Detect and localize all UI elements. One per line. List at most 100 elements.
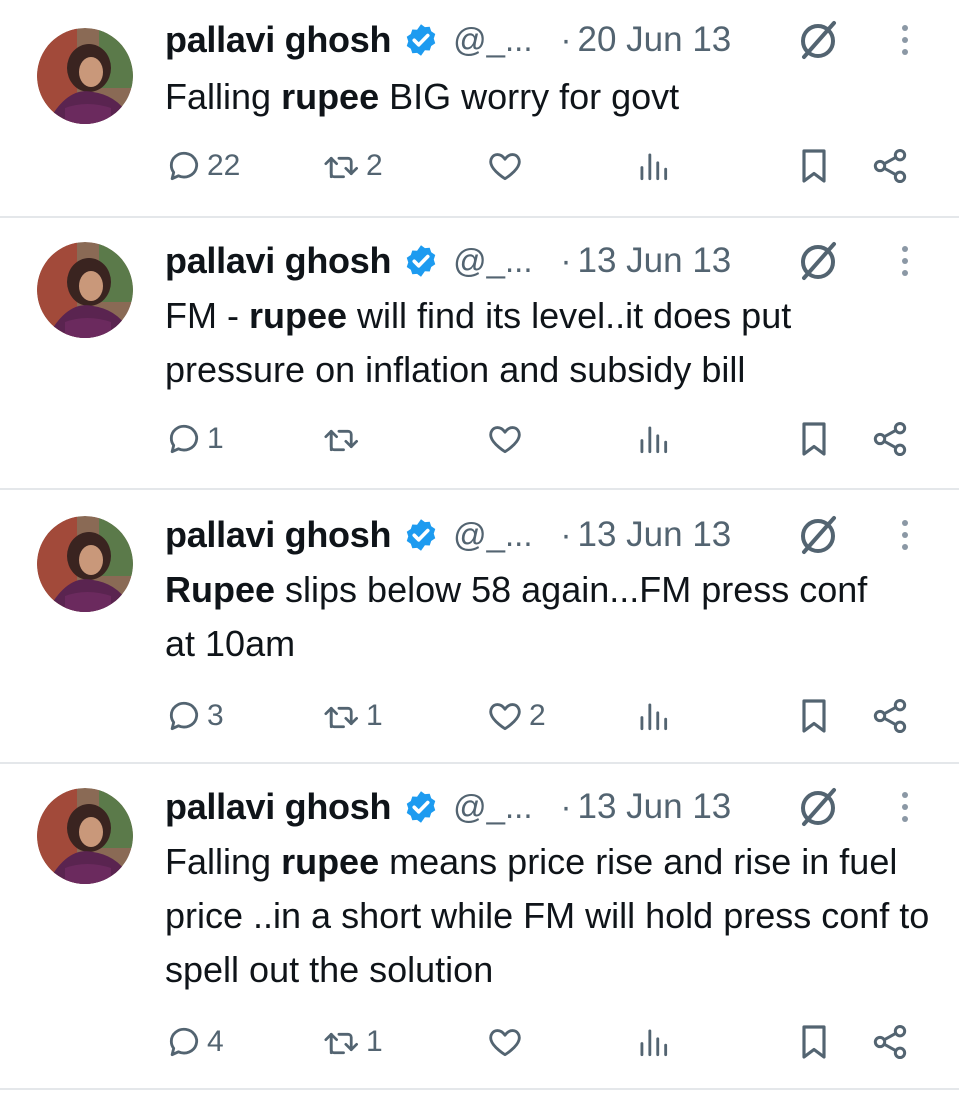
tweet[interactable]: pallavi ghosh @_... · 13 Jun 13 Rupee sl… bbox=[0, 490, 959, 762]
like-button[interactable] bbox=[485, 414, 529, 464]
like-icon bbox=[489, 426, 521, 454]
author-name[interactable]: pallavi ghosh bbox=[165, 240, 391, 282]
action-bar: 1 bbox=[0, 414, 959, 464]
author-name[interactable]: pallavi ghosh bbox=[165, 514, 391, 556]
more-icon[interactable] bbox=[890, 238, 920, 284]
keyword-highlight: Rupee bbox=[165, 569, 276, 610]
author-handle[interactable]: @_... bbox=[453, 788, 532, 826]
share-button[interactable] bbox=[870, 414, 910, 464]
views-button[interactable] bbox=[636, 141, 670, 191]
like-button[interactable]: 2 bbox=[485, 691, 546, 741]
share-icon bbox=[873, 149, 907, 183]
separator-dot: · bbox=[560, 21, 572, 58]
reply-icon bbox=[169, 1027, 199, 1057]
share-icon bbox=[873, 699, 907, 733]
tweet-text: Rupee slips below 58 again...FM press co… bbox=[165, 569, 868, 664]
like-count: 2 bbox=[529, 699, 546, 732]
avatar[interactable] bbox=[37, 242, 133, 338]
avatar[interactable] bbox=[37, 788, 133, 884]
divider bbox=[0, 1088, 959, 1090]
bookmark-button[interactable] bbox=[796, 691, 832, 741]
tweet-header: pallavi ghosh @_... · 13 Jun 13 bbox=[165, 782, 731, 832]
tweet[interactable]: pallavi ghosh @_... · 13 Jun 13 Falling … bbox=[0, 764, 959, 1088]
share-button[interactable] bbox=[870, 691, 910, 741]
keyword-highlight: rupee bbox=[281, 841, 380, 882]
reply-button[interactable]: 1 bbox=[165, 414, 224, 464]
retweet-icon bbox=[324, 156, 358, 179]
tweet-date[interactable]: 20 Jun 13 bbox=[578, 20, 732, 60]
retweet-count: 1 bbox=[366, 1025, 383, 1058]
tweet[interactable]: pallavi ghosh @_... · 20 Jun 13 Falling … bbox=[0, 0, 959, 216]
share-button[interactable] bbox=[870, 141, 910, 191]
verified-badge-icon bbox=[406, 519, 436, 551]
views-icon bbox=[640, 1029, 668, 1057]
grok-icon[interactable] bbox=[795, 17, 841, 63]
tweet[interactable]: pallavi ghosh @_... · 13 Jun 13 FM - rup… bbox=[0, 218, 959, 488]
more-icon[interactable] bbox=[890, 17, 920, 63]
like-button[interactable] bbox=[485, 1017, 529, 1067]
retweet-icon bbox=[324, 429, 358, 452]
author-handle[interactable]: @_... bbox=[453, 516, 532, 554]
author-handle[interactable]: @_... bbox=[453, 21, 532, 59]
author-name[interactable]: pallavi ghosh bbox=[165, 786, 391, 828]
reply-icon bbox=[169, 151, 199, 181]
reply-button[interactable]: 3 bbox=[165, 691, 224, 741]
bookmark-icon bbox=[802, 699, 826, 733]
views-icon bbox=[640, 153, 668, 181]
grok-icon[interactable] bbox=[795, 238, 841, 284]
tweet-header: pallavi ghosh @_... · 13 Jun 13 bbox=[165, 236, 731, 286]
separator-dot: · bbox=[560, 242, 572, 279]
views-button[interactable] bbox=[636, 1017, 670, 1067]
avatar-photo-icon bbox=[37, 242, 133, 338]
reply-icon bbox=[169, 701, 199, 731]
reply-icon bbox=[169, 424, 199, 454]
share-icon bbox=[873, 422, 907, 456]
more-icon[interactable] bbox=[890, 784, 920, 830]
bookmark-icon bbox=[802, 149, 826, 183]
retweet-icon bbox=[324, 706, 358, 729]
verified-badge-icon bbox=[406, 245, 436, 277]
tweet-date[interactable]: 13 Jun 13 bbox=[578, 515, 732, 555]
grok-icon[interactable] bbox=[795, 512, 841, 558]
share-icon bbox=[873, 1025, 907, 1059]
retweet-count: 1 bbox=[366, 699, 383, 732]
keyword-highlight: rupee bbox=[248, 295, 348, 336]
bookmark-button[interactable] bbox=[796, 414, 832, 464]
tweet-date[interactable]: 13 Jun 13 bbox=[578, 241, 732, 281]
retweet-count: 2 bbox=[366, 149, 383, 182]
reply-button[interactable]: 4 bbox=[165, 1017, 224, 1067]
avatar[interactable] bbox=[37, 516, 133, 612]
bookmark-button[interactable] bbox=[796, 141, 832, 191]
views-button[interactable] bbox=[636, 691, 670, 741]
keyword-highlight: rupee bbox=[281, 76, 380, 117]
views-button[interactable] bbox=[636, 414, 670, 464]
author-name[interactable]: pallavi ghosh bbox=[165, 19, 391, 61]
tweet-text: Falling rupee means price rise and rise … bbox=[165, 841, 930, 990]
reply-count: 4 bbox=[207, 1025, 224, 1058]
tweet-header: pallavi ghosh @_... · 20 Jun 13 bbox=[165, 15, 731, 65]
avatar[interactable] bbox=[37, 28, 133, 124]
views-icon bbox=[640, 703, 668, 731]
retweet-button[interactable]: 1 bbox=[322, 1017, 383, 1067]
retweet-icon bbox=[324, 1032, 358, 1055]
retweet-button[interactable] bbox=[322, 414, 366, 464]
retweet-button[interactable]: 2 bbox=[322, 141, 383, 191]
avatar-photo-icon bbox=[37, 516, 133, 612]
author-handle[interactable]: @_... bbox=[453, 242, 532, 280]
tweet-date[interactable]: 13 Jun 13 bbox=[578, 787, 732, 827]
grok-icon[interactable] bbox=[795, 784, 841, 830]
verified-badge-icon bbox=[406, 791, 436, 823]
reply-button[interactable]: 22 bbox=[165, 141, 240, 191]
like-icon bbox=[489, 1029, 521, 1057]
share-button[interactable] bbox=[870, 1017, 910, 1067]
views-icon bbox=[640, 426, 668, 454]
more-icon[interactable] bbox=[890, 512, 920, 558]
retweet-button[interactable]: 1 bbox=[322, 691, 383, 741]
separator-dot: · bbox=[560, 788, 572, 825]
like-button[interactable] bbox=[485, 141, 529, 191]
bookmark-icon bbox=[802, 1025, 826, 1059]
action-bar: 3 1 2 bbox=[0, 691, 959, 741]
bookmark-button[interactable] bbox=[796, 1017, 832, 1067]
tweet-text: Falling rupee BIG worry for govt bbox=[165, 76, 680, 117]
action-bar: 22 2 bbox=[0, 141, 959, 191]
